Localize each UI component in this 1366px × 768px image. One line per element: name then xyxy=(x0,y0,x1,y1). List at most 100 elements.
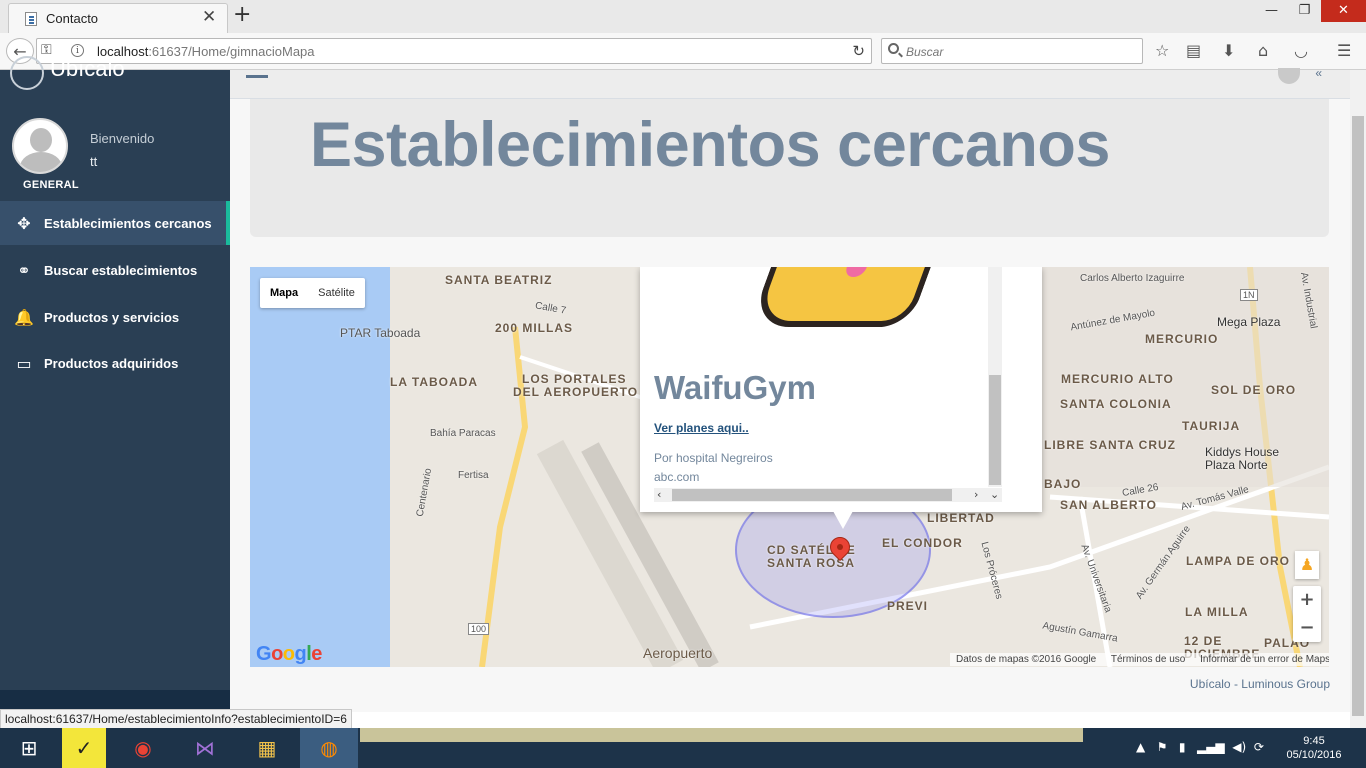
gym-website: abc.com xyxy=(654,470,700,484)
search-icon xyxy=(888,43,899,54)
flag-icon[interactable]: ⚑ xyxy=(1157,740,1168,754)
street-view-pegman-icon[interactable]: ♟ xyxy=(1295,551,1319,579)
map[interactable]: Mapa Satélite SANTA BEATRIZ PTAR Taboada… xyxy=(250,267,1329,667)
map-label: Kiddys House xyxy=(1205,445,1280,459)
highway-shield-100: 100 xyxy=(468,623,490,635)
map-label: Bahía Paracas xyxy=(430,428,496,439)
zoom-in-button[interactable]: + xyxy=(1293,586,1321,614)
map-label: LAMPA DE ORO xyxy=(1186,554,1290,568)
url-text[interactable]: localhost:61637/Home/gimnacioMapa xyxy=(97,44,315,59)
page-header: Establecimientos cercanos xyxy=(250,99,1329,237)
zoom-out-button[interactable]: − xyxy=(1293,614,1321,642)
bookmark-star-icon[interactable]: ☆ xyxy=(1155,41,1169,60)
sync-icon[interactable]: ⟳ xyxy=(1254,740,1264,754)
scroll-left-icon[interactable]: ‹ xyxy=(657,488,661,501)
page-scrollbar[interactable] xyxy=(1350,70,1366,728)
scroll-right-icon[interactable]: › xyxy=(974,488,978,501)
user-role: GENERAL xyxy=(23,179,79,191)
pocket-icon[interactable]: ◡ xyxy=(1294,41,1308,60)
sidebar-item-establecimientos-cercanos[interactable]: ✥ Establecimientos cercanos xyxy=(0,201,230,245)
battery-icon[interactable]: ▮ xyxy=(1179,740,1186,754)
browser-tab-bar: Contacto ✕ + — ❐ ✕ xyxy=(0,0,1366,33)
reading-list-icon[interactable]: ▤ xyxy=(1186,41,1201,60)
crosshair-icon: ✥ xyxy=(17,214,31,233)
address-bar[interactable]: ⚿ i localhost:61637/Home/gimnacioMapa ↻ xyxy=(36,38,872,64)
binoculars-icon: ⚭ xyxy=(17,261,31,280)
map-label: DEL AEROPUERTO xyxy=(513,385,639,399)
map-type-map-button[interactable]: Mapa xyxy=(260,278,308,308)
map-info-window: WaifuGym Ver planes aqui.. Por hospital … xyxy=(640,267,1042,529)
main-content: Establecimientos cercanos Mapa Satélite … xyxy=(230,99,1350,712)
volume-icon[interactable]: ◀) xyxy=(1232,740,1246,754)
user-avatar-icon[interactable] xyxy=(1278,68,1300,84)
downloads-icon[interactable]: ⬇ xyxy=(1222,41,1235,60)
page-favicon-icon xyxy=(25,12,37,26)
map-label: Plaza Norte xyxy=(1205,458,1268,472)
brand-title[interactable]: Ubícalo xyxy=(50,56,125,82)
map-label: 12 DE xyxy=(1184,634,1223,648)
file-explorer-icon[interactable]: ▦ xyxy=(238,728,296,768)
brand-logo-icon xyxy=(10,56,44,90)
map-label: EL CONDOR xyxy=(882,536,963,550)
sidebar-item-label: Productos adquiridos xyxy=(44,356,179,371)
sidebar-item-productos-adquiridos[interactable]: ▭ Productos adquiridos xyxy=(0,341,230,385)
top-nav: « xyxy=(230,66,1350,99)
sidebar-item-label: Buscar establecimientos xyxy=(44,263,198,278)
network-icon[interactable]: ▂▄▆ xyxy=(1197,740,1225,754)
tray-up-arrow-icon[interactable]: ▲ xyxy=(1136,740,1145,754)
terms-of-use-link[interactable]: Términos de uso xyxy=(1111,654,1185,665)
url-path: :61637/Home/gimnacioMapa xyxy=(148,44,315,59)
map-label: BAJO xyxy=(1044,477,1082,491)
map-label: Aeropuerto xyxy=(643,645,713,661)
map-label: 200 MILLAS xyxy=(495,321,574,335)
sidebar-item-productos-servicios[interactable]: 🔔 Productos y servicios xyxy=(0,295,230,339)
map-label: MERCURIO ALTO xyxy=(1061,372,1174,386)
start-windows-icon[interactable]: ⊞ xyxy=(0,728,58,768)
window-controls: — ❐ ✕ xyxy=(1255,0,1366,22)
new-tab-button[interactable]: + xyxy=(233,2,251,27)
map-label: LOS PORTALES xyxy=(522,372,627,386)
avatar xyxy=(12,118,68,174)
map-label: LIBERTAD xyxy=(927,511,995,525)
google-logo: Google xyxy=(256,643,322,665)
gym-logo-image xyxy=(749,267,931,327)
visual-studio-icon[interactable]: ⋈ xyxy=(176,728,234,768)
sticky-notes-icon[interactable]: ✓ xyxy=(62,728,106,768)
gym-name: WaifuGym xyxy=(654,369,816,406)
infowindow-horizontal-scrollbar[interactable]: ‹ › ⌄ xyxy=(654,488,1002,502)
home-icon[interactable]: ⌂ xyxy=(1258,41,1268,60)
browser-tab[interactable]: Contacto ✕ xyxy=(8,3,228,33)
search-placeholder: Buscar xyxy=(906,45,944,59)
report-error-link[interactable]: Informar de un error de Maps xyxy=(1200,654,1329,665)
firefox-icon[interactable]: ◍ xyxy=(300,728,358,768)
chrome-icon[interactable]: ◉ xyxy=(114,728,172,768)
view-plans-link[interactable]: Ver planes aqui.. xyxy=(654,421,749,435)
map-label: LA TABOADA xyxy=(390,375,478,389)
map-label: SOL DE ORO xyxy=(1211,383,1297,397)
map-label: SANTA COLONIA xyxy=(1060,397,1172,411)
taskbar-clock[interactable]: 9:45 05/10/2016 xyxy=(1284,734,1344,762)
highway-shield-1n: 1N xyxy=(1240,289,1258,301)
sidebar-item-buscar-establecimientos[interactable]: ⚭ Buscar establecimientos xyxy=(0,248,230,292)
gym-address: Por hospital Negreiros xyxy=(654,451,773,465)
chevron-icon[interactable]: « xyxy=(1315,66,1322,80)
hamburger-menu-icon[interactable] xyxy=(246,70,268,78)
infowindow-vertical-scrollbar[interactable] xyxy=(988,267,1002,487)
zoom-control: + − xyxy=(1293,586,1321,642)
search-input[interactable]: Buscar xyxy=(881,38,1143,64)
map-type-satellite-button[interactable]: Satélite xyxy=(308,278,365,308)
scroll-down-icon[interactable]: ⌄ xyxy=(990,488,999,501)
tab-close-icon[interactable]: ✕ xyxy=(202,7,216,27)
map-label: Carlos Alberto Izaguirre xyxy=(1080,273,1185,284)
map-type-control: Mapa Satélite xyxy=(260,278,365,308)
windows-taskbar: ⊞ ✓ ◉ ⋈ ▦ ◍ ▲ ⚑ ▮ ▂▄▆ ◀) ⟳ 9:45 05/10/20… xyxy=(0,728,1366,768)
restore-button[interactable]: ❐ xyxy=(1288,0,1321,22)
reload-icon[interactable]: ↻ xyxy=(852,42,865,60)
map-label: PTAR Taboada xyxy=(340,326,421,340)
close-window-button[interactable]: ✕ xyxy=(1321,0,1366,22)
page-footer: Ubícalo - Luminous Group xyxy=(1189,677,1330,691)
sidebar: Ubícalo GENERAL Bienvenido tt ✥ Establec… xyxy=(0,56,230,712)
minimize-button[interactable]: — xyxy=(1255,0,1288,22)
menu-icon[interactable]: ☰ xyxy=(1337,41,1351,60)
system-tray: ▲ ⚑ ▮ ▂▄▆ ◀) ⟳ xyxy=(1136,740,1264,754)
